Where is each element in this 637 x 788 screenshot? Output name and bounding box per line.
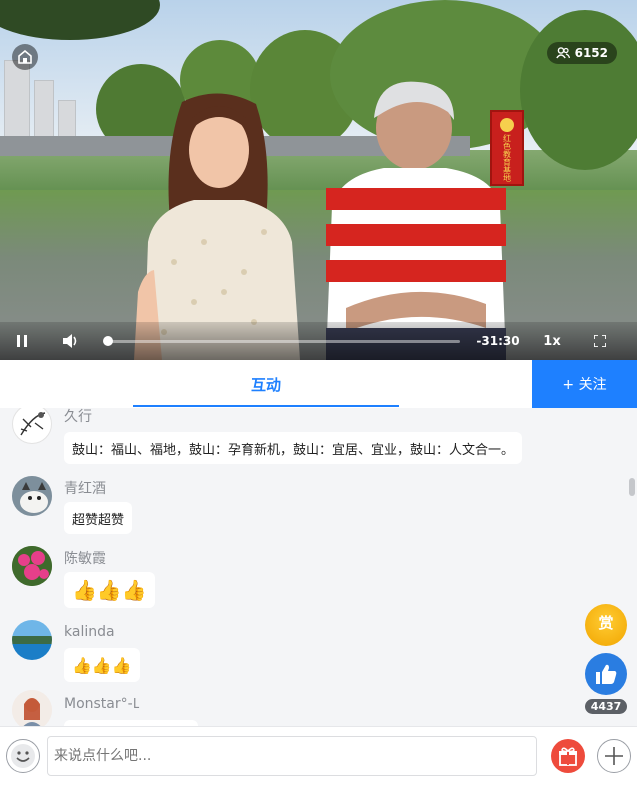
comment-username[interactable]: Monstar°-𑀉 bbox=[64, 694, 140, 713]
progress-bar[interactable] bbox=[103, 336, 460, 346]
pause-button[interactable] bbox=[12, 331, 32, 351]
progress-thumb[interactable] bbox=[103, 336, 113, 346]
video-player[interactable]: 红色教育基地 6152 -31:30 1x bbox=[0, 0, 637, 360]
comment-username[interactable]: 陈敏霞 bbox=[64, 548, 106, 568]
flower-avatar[interactable] bbox=[12, 546, 52, 586]
viewer-count: 6152 bbox=[574, 46, 608, 60]
viewer-count-badge: 6152 bbox=[546, 42, 617, 64]
comment-list[interactable]: 久行 鼓山：福山、福地，鼓山：孕育新机，鼓山：宜居、宜业，鼓山：人文合一。 青红… bbox=[0, 408, 637, 726]
smiley-icon bbox=[11, 744, 35, 768]
follow-button[interactable]: + 关注 bbox=[532, 360, 637, 408]
fullscreen-icon bbox=[594, 335, 606, 347]
tab-interaction[interactable]: 互动 bbox=[133, 360, 399, 408]
comment-item: 久行 鼓山：福山、福地，鼓山：孕育新机，鼓山：宜居、宜业，鼓山：人文合一。 bbox=[0, 408, 600, 478]
pause-icon bbox=[17, 335, 27, 347]
comment-text: 👍👍👍 bbox=[64, 648, 140, 682]
gift-icon bbox=[559, 747, 577, 766]
speed-button[interactable]: 1x bbox=[540, 331, 564, 351]
gift-button[interactable] bbox=[551, 739, 585, 773]
lake-avatar[interactable] bbox=[12, 620, 52, 660]
ink-painting-avatar[interactable] bbox=[12, 408, 52, 444]
like-count: 4437 bbox=[585, 699, 627, 714]
plus-icon bbox=[605, 747, 623, 765]
reward-button[interactable]: 赏 bbox=[585, 604, 627, 646]
video-controls: -31:30 1x bbox=[0, 322, 637, 360]
host-woman bbox=[134, 93, 300, 360]
comment-item: kalinda 👍👍👍 bbox=[0, 618, 600, 690]
input-bar bbox=[0, 726, 637, 788]
viewers-icon bbox=[555, 47, 570, 59]
comment-text: 👍👍👍 bbox=[64, 572, 155, 608]
comment-scrollbar[interactable] bbox=[629, 478, 635, 496]
comment-item: Monstar°-𑀉 bbox=[0, 688, 600, 726]
cat-avatar[interactable] bbox=[12, 476, 52, 516]
comment-text: 鼓山：福山、福地，鼓山：孕育新机，鼓山：宜居、宜业，鼓山：人文合一。 bbox=[64, 432, 523, 464]
tab-active-indicator bbox=[133, 405, 399, 407]
comment-text: 超赞超赞 bbox=[64, 502, 133, 534]
emoji-button[interactable] bbox=[6, 739, 40, 773]
time-remaining: -31:30 bbox=[476, 334, 520, 348]
comment-username[interactable]: 久行 bbox=[64, 408, 92, 426]
comment-item: 青红酒 超赞超赞 bbox=[0, 476, 600, 546]
guest-man bbox=[326, 81, 506, 360]
fullscreen-button[interactable] bbox=[590, 331, 610, 351]
girl-avatar[interactable] bbox=[12, 690, 52, 726]
comment-username[interactable]: kalinda bbox=[64, 624, 115, 640]
message-input[interactable] bbox=[47, 736, 537, 776]
comment-item: 陈敏霞 👍👍👍 bbox=[0, 544, 600, 620]
volume-button[interactable] bbox=[60, 331, 82, 351]
home-icon bbox=[18, 50, 32, 64]
more-button[interactable] bbox=[597, 739, 631, 773]
like-button[interactable] bbox=[585, 653, 627, 695]
home-button[interactable] bbox=[12, 44, 38, 70]
volume-icon bbox=[63, 334, 77, 348]
comment-username[interactable]: 青红酒 bbox=[64, 478, 106, 498]
reward-label: 赏 bbox=[598, 613, 614, 632]
thumbs-up-icon bbox=[596, 664, 617, 684]
live-stream-page: 红色教育基地 6152 -31:30 1x 互动 + 关注 久行 鼓山：福山、福… bbox=[0, 0, 637, 788]
